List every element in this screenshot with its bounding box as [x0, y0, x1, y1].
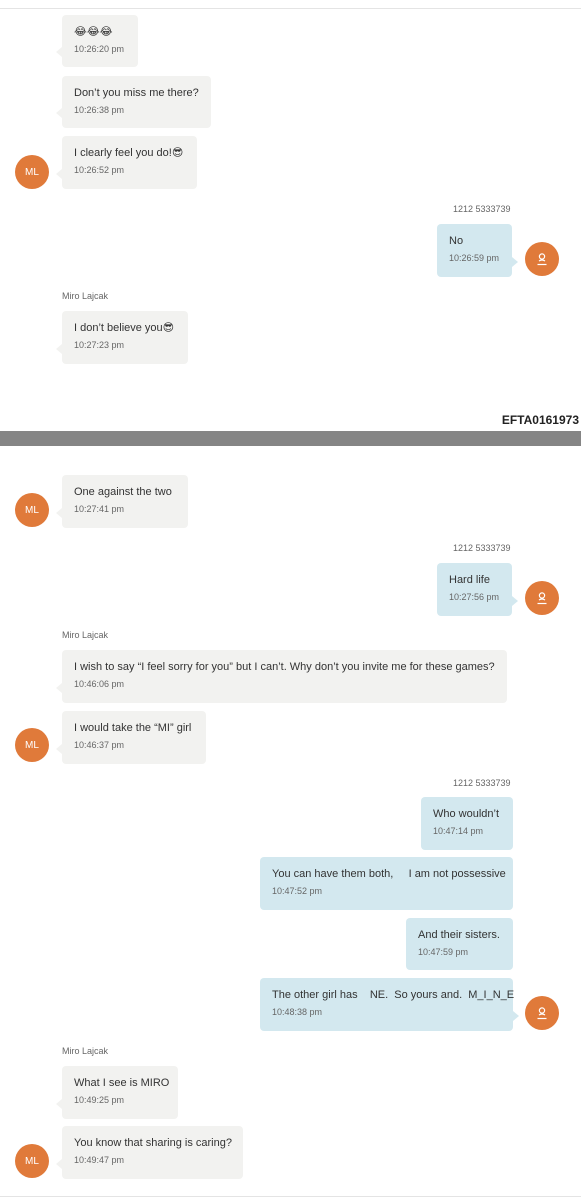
message-bubble-incoming[interactable]: I wish to say “I feel sorry for you” but…: [56, 650, 507, 703]
person-icon: [537, 592, 547, 605]
message-time: 10:27:41 pm: [74, 504, 125, 514]
message-text: Who wouldn’t: [433, 808, 500, 820]
message-text: And their sisters.: [418, 929, 500, 941]
message-time: 10:26:59 pm: [449, 253, 500, 263]
message-text: You know that sharing is caring?: [74, 1137, 232, 1149]
message-bubble-incoming[interactable]: I clearly feel you do!😎 10:26:52 pm: [56, 136, 197, 189]
message-text: I clearly feel you do!😎: [74, 147, 184, 159]
user-avatar[interactable]: [525, 996, 559, 1030]
sender-number: 1212 5333739: [453, 778, 511, 788]
message-bubble-outgoing[interactable]: Who wouldn’t 10:47:14 pm: [421, 797, 513, 850]
message-bubble-incoming[interactable]: Don’t you miss me there? 10:26:38 pm: [56, 76, 211, 128]
message-time: 10:27:56 pm: [449, 592, 500, 602]
top-divider: [0, 8, 581, 9]
message-text: The other girl has NE. So yours and. M_I…: [272, 989, 515, 1001]
message-text: I don’t believe you😎: [74, 322, 175, 334]
message-bubble-incoming[interactable]: I would take the “MI” girl 10:46:37 pm: [56, 711, 206, 764]
message-time: 10:47:52 pm: [272, 886, 323, 896]
sender-name: Miro Lajcak: [62, 1046, 109, 1056]
message-time: 10:47:59 pm: [418, 947, 469, 957]
message-time: 10:49:47 pm: [74, 1155, 125, 1165]
document-id: EFTA0161973: [501, 413, 579, 427]
message-time: 10:26:52 pm: [74, 165, 125, 175]
message-bubble-outgoing[interactable]: No 10:26:59 pm: [437, 224, 518, 277]
contact-avatar[interactable]: ML: [15, 155, 49, 189]
message-text: 😂😂😂: [74, 26, 113, 38]
contact-avatar[interactable]: ML: [15, 1144, 49, 1178]
message-text: Hard life: [449, 574, 490, 586]
message-time: 10:26:38 pm: [74, 105, 125, 115]
person-icon: [537, 1007, 547, 1020]
user-avatar[interactable]: [525, 581, 559, 615]
user-avatar[interactable]: [525, 242, 559, 276]
sender-name: Miro Lajcak: [62, 630, 109, 640]
message-time: 10:46:37 pm: [74, 740, 125, 750]
message-text: Don’t you miss me there?: [74, 87, 199, 99]
message-bubble-incoming[interactable]: 😂😂😂 10:26:20 pm: [56, 15, 138, 67]
message-bubble-outgoing[interactable]: Hard life 10:27:56 pm: [437, 563, 518, 616]
message-bubble-incoming[interactable]: One against the two 10:27:41 pm: [56, 475, 188, 528]
message-bubble-incoming[interactable]: I don’t believe you😎 10:27:23 pm: [56, 311, 188, 364]
message-time: 10:27:23 pm: [74, 340, 125, 350]
message-text: I would take the “MI” girl: [74, 722, 192, 734]
person-icon: [537, 253, 547, 266]
message-text: You can have them both, I am not possess…: [272, 868, 506, 880]
message-bubble-outgoing[interactable]: The other girl has NE. So yours and. M_I…: [260, 978, 519, 1031]
message-time: 10:46:06 pm: [74, 679, 125, 689]
message-bubble-outgoing[interactable]: And their sisters. 10:47:59 pm: [406, 918, 513, 970]
message-time: 10:48:38 pm: [272, 1007, 323, 1017]
sender-number: 1212 5333739: [453, 543, 511, 553]
message-text: I wish to say “I feel sorry for you” but…: [74, 661, 495, 673]
sender-name: Miro Lajcak: [62, 291, 109, 301]
message-time: 10:49:25 pm: [74, 1095, 125, 1105]
message-time: 10:26:20 pm: [74, 44, 125, 54]
contact-avatar[interactable]: ML: [15, 728, 49, 762]
page-separator: [0, 431, 581, 446]
bottom-divider: [0, 1196, 581, 1197]
message-bubble-outgoing[interactable]: You can have them both, I am not possess…: [260, 857, 513, 910]
contact-avatar[interactable]: ML: [15, 493, 49, 527]
sender-number: 1212 5333739: [453, 204, 511, 214]
message-bubble-incoming[interactable]: You know that sharing is caring? 10:49:4…: [56, 1126, 243, 1179]
message-bubble-incoming[interactable]: What I see is MIRO 10:49:25 pm: [56, 1066, 178, 1119]
message-text: What I see is MIRO: [74, 1077, 170, 1089]
message-time: 10:47:14 pm: [433, 826, 484, 836]
message-text: One against the two: [74, 486, 172, 498]
message-text: No: [449, 235, 464, 247]
